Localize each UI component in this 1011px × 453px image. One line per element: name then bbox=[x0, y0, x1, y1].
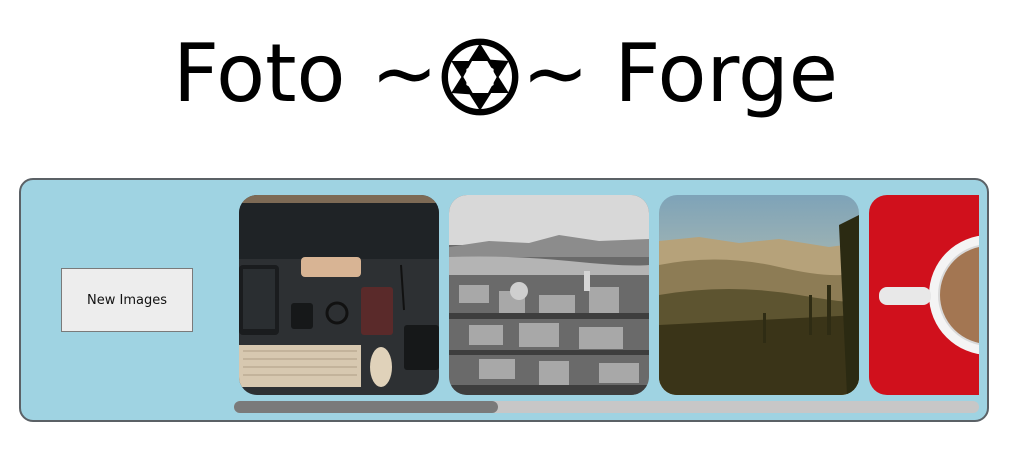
image-strip[interactable] bbox=[239, 195, 979, 397]
camera-aperture-icon bbox=[441, 38, 519, 116]
gallery-panel: New Images bbox=[19, 178, 989, 422]
coffee-cup-photo[interactable] bbox=[869, 195, 979, 395]
scrollbar-thumb[interactable] bbox=[234, 401, 498, 413]
new-images-button[interactable]: New Images bbox=[61, 268, 193, 332]
page-title: Foto ~ ~ Forge bbox=[0, 18, 1011, 128]
title-left-text: Foto ~ bbox=[173, 26, 438, 120]
city-aerial-photo[interactable] bbox=[449, 195, 649, 395]
title-right-text: ~ Forge bbox=[521, 26, 838, 120]
desk-workspace-photo[interactable] bbox=[239, 195, 439, 395]
horizontal-scrollbar[interactable] bbox=[234, 401, 979, 413]
hills-landscape-photo[interactable] bbox=[659, 195, 859, 395]
